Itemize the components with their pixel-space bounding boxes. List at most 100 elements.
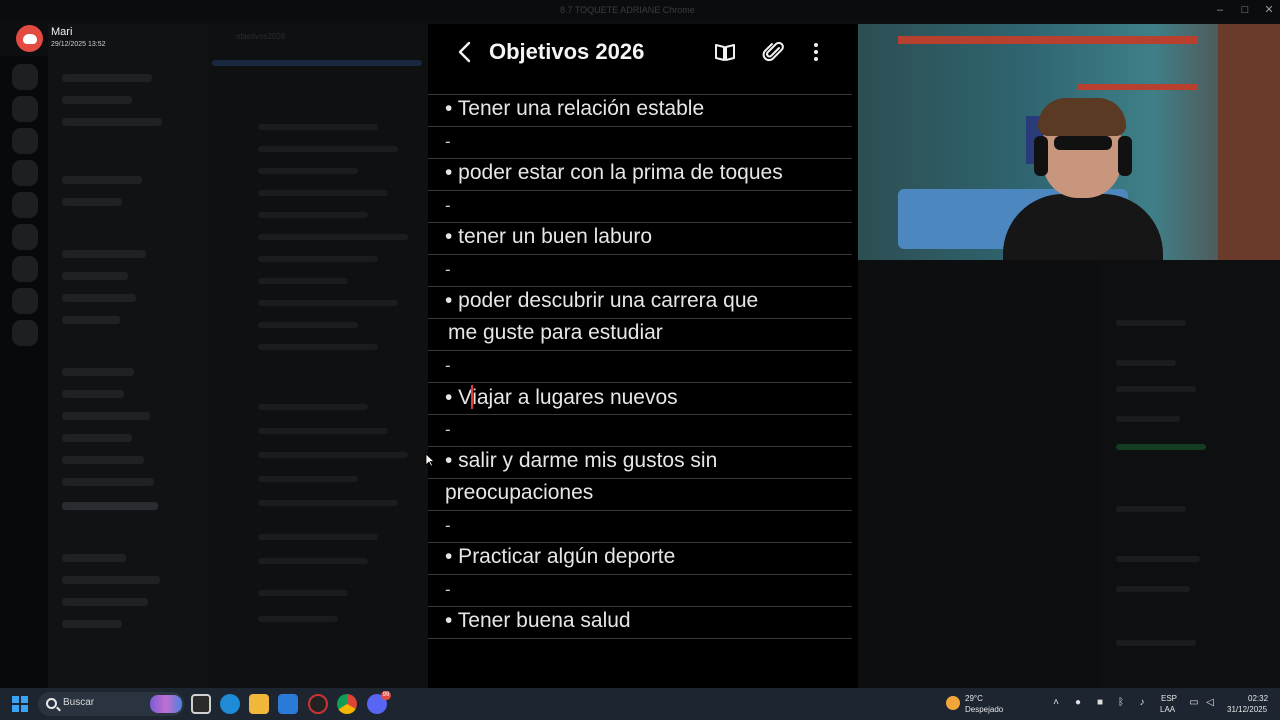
note-line[interactable]: • Tener una relación estable (445, 97, 704, 121)
taskbar-search[interactable]: Buscar (38, 692, 184, 716)
channel-item[interactable] (62, 390, 124, 398)
channel-item[interactable] (62, 74, 152, 82)
network-icon[interactable]: ▭ (1188, 697, 1200, 709)
member-item[interactable] (1116, 416, 1180, 422)
note-separator[interactable]: - (445, 196, 451, 216)
note-separator[interactable]: - (445, 516, 451, 536)
volume-icon[interactable]: ◁ (1204, 697, 1216, 709)
member-item[interactable] (1116, 506, 1186, 512)
chrome-icon[interactable] (337, 694, 357, 714)
minimize-icon[interactable]: – (1214, 4, 1226, 16)
channel-item[interactable] (62, 598, 148, 606)
task-view-icon[interactable] (191, 694, 211, 714)
server-icon[interactable] (12, 64, 38, 90)
channel-item[interactable] (62, 368, 134, 376)
keyboard-layout-indicator[interactable]: LAA (1160, 705, 1175, 714)
note-line[interactable]: • poder estar con la prima de toques (445, 161, 783, 185)
channel-item[interactable] (62, 250, 146, 258)
maximize-icon[interactable]: □ (1239, 4, 1251, 16)
channel-item[interactable] (62, 478, 154, 486)
attach-icon[interactable] (762, 40, 786, 64)
note-line[interactable]: preocupaciones (445, 481, 593, 505)
server-icon[interactable] (12, 192, 38, 218)
server-icon[interactable] (12, 224, 38, 250)
webcam-headset (1034, 136, 1048, 176)
channel-item[interactable] (62, 176, 142, 184)
ruled-line (428, 382, 852, 383)
note-separator[interactable]: - (445, 420, 451, 440)
channel-item[interactable] (62, 412, 150, 420)
note-separator[interactable]: - (445, 356, 451, 376)
clock-date[interactable]: 31/12/2025 (1227, 705, 1267, 714)
member-item[interactable] (1116, 360, 1176, 366)
channel-item[interactable] (62, 272, 128, 280)
app-icon[interactable] (308, 694, 328, 714)
member-item[interactable] (1116, 586, 1190, 592)
channel-item[interactable] (62, 198, 122, 206)
ruled-line (428, 446, 852, 447)
member-item[interactable] (1116, 320, 1186, 326)
store-icon[interactable] (278, 694, 298, 714)
discord-taskbar-icon[interactable]: 99 (367, 691, 391, 714)
member-item[interactable] (1116, 556, 1200, 562)
close-icon[interactable]: ✕ (1263, 4, 1275, 16)
file-explorer-icon[interactable] (249, 694, 269, 714)
channel-item[interactable] (62, 294, 136, 302)
note-line[interactable]: me guste para estudiar (448, 321, 663, 345)
server-icon[interactable] (12, 288, 38, 314)
discord-logo-icon (16, 25, 43, 52)
note-line[interactable]: • tener un buen laburo (445, 225, 652, 249)
webcam-person-hair (1038, 98, 1126, 136)
channel-item-active[interactable] (62, 502, 158, 510)
note-line[interactable]: • Practicar algún deporte (445, 545, 675, 569)
reading-mode-icon[interactable] (713, 40, 737, 64)
channel-item[interactable] (62, 118, 162, 126)
ruled-line (428, 350, 852, 351)
channel-item[interactable] (62, 620, 122, 628)
server-icon[interactable] (12, 320, 38, 346)
back-arrow-icon[interactable] (454, 40, 476, 64)
bluetooth-icon[interactable]: ᛒ (1115, 697, 1127, 709)
note-line[interactable]: • Tener buena salud (445, 609, 631, 633)
windows-start-icon[interactable] (12, 696, 28, 712)
microphone-icon[interactable]: ♪ (1136, 697, 1148, 709)
channel-item[interactable] (62, 576, 160, 584)
weather-moon-icon[interactable] (946, 696, 960, 710)
channel-item[interactable] (62, 434, 132, 442)
member-item[interactable] (1116, 386, 1196, 392)
overlay-user-name: Mari (51, 26, 73, 38)
server-icon[interactable] (12, 128, 38, 154)
server-icon[interactable] (12, 96, 38, 122)
note-separator[interactable]: - (445, 260, 451, 280)
weather-temperature[interactable]: 29°C (965, 694, 983, 703)
more-options-icon[interactable] (804, 40, 828, 64)
channel-item[interactable] (62, 456, 144, 464)
ruled-line (428, 510, 852, 511)
tray-app-icon[interactable]: ■ (1094, 697, 1106, 709)
channel-item[interactable] (62, 554, 126, 562)
ruled-line (428, 478, 852, 479)
note-separator[interactable]: - (445, 132, 451, 152)
tray-app-icon[interactable]: ● (1072, 697, 1084, 709)
member-item[interactable] (1116, 444, 1206, 450)
chat-line (258, 404, 368, 410)
taskbar: Buscar 99 (0, 688, 1280, 720)
note-line[interactable]: • salir y darme mis gustos sin (445, 449, 717, 473)
note-separator[interactable]: - (445, 580, 451, 600)
note-line-editing[interactable]: • Viajar a lugares nuevos (445, 385, 678, 410)
language-indicator[interactable]: ESP (1161, 694, 1177, 703)
webcam-sunglasses (1054, 136, 1112, 150)
clock-time[interactable]: 02:32 (1248, 694, 1268, 703)
weather-description[interactable]: Despejado (965, 705, 1003, 714)
server-icon[interactable] (12, 160, 38, 186)
server-icon[interactable] (12, 256, 38, 282)
chevron-up-icon[interactable]: ˄ (1050, 697, 1062, 709)
chat-line (258, 616, 338, 622)
member-item[interactable] (1116, 640, 1196, 646)
channel-item[interactable] (62, 316, 120, 324)
channel-item[interactable] (62, 96, 132, 104)
window-title: 8.7 TOQUETE ADRIANE Chrome (560, 5, 695, 15)
edge-icon[interactable] (220, 694, 240, 714)
note-line[interactable]: • poder descubrir una carrera que (445, 289, 758, 313)
ruled-line (428, 254, 852, 255)
